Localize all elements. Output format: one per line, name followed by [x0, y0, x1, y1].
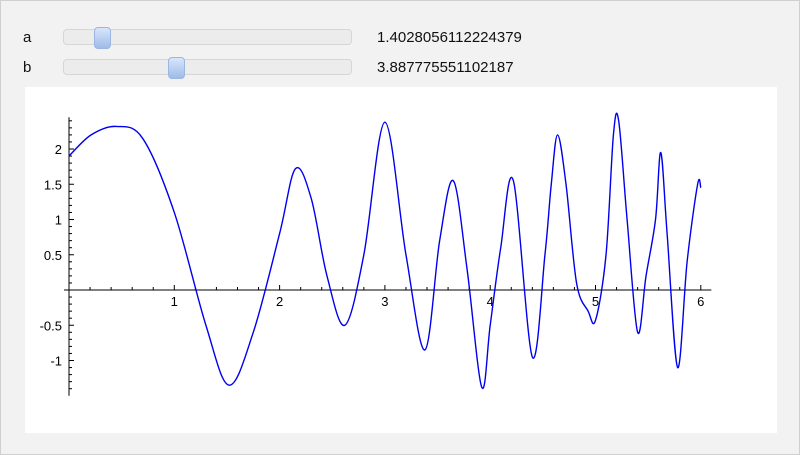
line-chart: 1 2 3 4 5 6-1-0.50.511.52 — [40, 112, 712, 396]
param-a-label: a — [23, 29, 32, 46]
slider-a-handle[interactable] — [94, 27, 111, 49]
plot-area: 1 2 3 4 5 6 -1 -0.5 0.5 1 1.5 2 — [25, 87, 777, 433]
control-row-b: b 3.887775551102187 — [1, 57, 800, 79]
y-tick-label: -0.5 — [40, 318, 62, 333]
param-b-value: 3.887775551102187 — [377, 59, 514, 76]
y-tick-label: -1 — [50, 354, 62, 369]
series-line — [68, 112, 702, 390]
y-tick-label: 2 — [55, 142, 62, 157]
x-tick-label: 3 — [381, 294, 388, 309]
param-b-label: b — [23, 59, 32, 76]
x-tick-label: 2 — [276, 294, 283, 309]
x-tick-label: 6 — [697, 294, 704, 309]
slider-b-track[interactable] — [63, 57, 352, 79]
x-tick-label: 5 — [592, 294, 599, 309]
window-frame: a 1.4028056112224379 b 3.887775551102187… — [0, 0, 800, 455]
param-a-value: 1.4028056112224379 — [377, 29, 522, 46]
slider-a-track[interactable] — [63, 27, 352, 49]
y-tick-label: 1 — [55, 213, 62, 228]
y-tick-label: 0.5 — [44, 248, 62, 263]
x-tick-label: 1 — [171, 294, 178, 309]
y-tick-label: 1.5 — [44, 177, 62, 192]
control-row-a: a 1.4028056112224379 — [1, 27, 800, 49]
slider-b-handle[interactable] — [168, 57, 185, 79]
